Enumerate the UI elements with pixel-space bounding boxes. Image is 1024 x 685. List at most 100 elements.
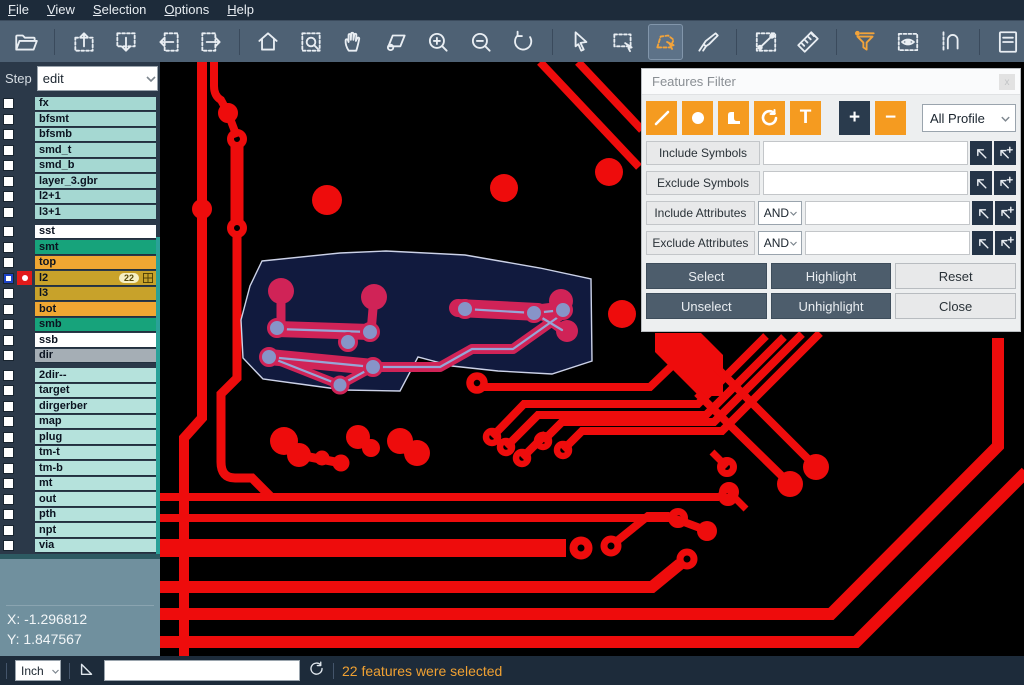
layer-visibility-checkbox[interactable] <box>3 191 14 202</box>
layer-row-layer_3.gbr[interactable]: layer_3.gbr <box>0 174 160 190</box>
pan-up-button[interactable] <box>67 25 99 59</box>
layer-visibility-checkbox[interactable] <box>3 370 14 381</box>
layer-name-cell[interactable]: out <box>35 492 156 507</box>
zoom-window-button[interactable] <box>295 25 327 59</box>
layer-row-npt[interactable]: npt <box>0 523 160 539</box>
exclude-attributes-and-select[interactable]: AND <box>758 231 802 255</box>
include-symbols-button[interactable]: Include Symbols <box>646 141 760 165</box>
highlight-button[interactable]: Highlight <box>771 263 892 289</box>
layer-row-smb[interactable]: smb <box>0 317 160 333</box>
layer-name-cell[interactable]: l222 <box>35 271 156 286</box>
layer-row-dir[interactable]: dir <box>0 348 160 364</box>
filter-surface-button[interactable] <box>718 101 749 135</box>
menu-view[interactable]: View <box>47 0 75 20</box>
selection-polygon[interactable] <box>241 251 592 393</box>
layer-name-cell[interactable]: tm-t <box>35 446 156 461</box>
pick-add-attribute-button[interactable] <box>995 201 1016 225</box>
layer-row-target[interactable]: target <box>0 383 160 399</box>
pan-right-button[interactable] <box>195 25 227 59</box>
ruler-button[interactable] <box>792 25 824 59</box>
layer-row-smd_t[interactable]: smd_t <box>0 143 160 159</box>
filter-line-button[interactable] <box>646 101 677 135</box>
layer-name-cell[interactable]: l3+1 <box>35 205 156 220</box>
layer-visibility-checkbox[interactable] <box>3 447 14 458</box>
mode-minus-button[interactable]: − <box>875 101 906 135</box>
layer-name-cell[interactable]: sst <box>35 225 156 240</box>
layer-name-cell[interactable]: dir <box>35 349 156 364</box>
layer-name-cell[interactable]: bot <box>35 302 156 317</box>
pan-left-button[interactable] <box>152 25 184 59</box>
step-select[interactable]: edit <box>37 66 158 91</box>
layer-visibility-checkbox[interactable] <box>3 350 14 361</box>
unit-select[interactable]: Inch <box>15 660 61 681</box>
filter-text-button[interactable]: T <box>790 101 821 135</box>
home-view-button[interactable] <box>252 25 284 59</box>
layer-visibility-checkbox[interactable] <box>3 160 14 171</box>
layer-visibility-checkbox[interactable] <box>3 525 14 536</box>
layer-row-top[interactable]: top <box>0 255 160 271</box>
snap-button[interactable] <box>934 25 966 59</box>
select-cursor-button[interactable] <box>564 25 596 59</box>
layer-visibility-checkbox[interactable] <box>3 288 14 299</box>
layer-name-cell[interactable]: l2+1 <box>35 190 156 205</box>
layer-row-map[interactable]: map <box>0 414 160 430</box>
layer-visibility-checkbox[interactable] <box>3 145 14 156</box>
layer-visibility-checkbox[interactable] <box>3 273 14 284</box>
layer-name-cell[interactable]: via <box>35 539 156 554</box>
layer-visibility-checkbox[interactable] <box>3 416 14 427</box>
zoom-polygon-button[interactable] <box>380 25 412 59</box>
refresh-icon[interactable] <box>308 660 325 682</box>
layer-row-pth[interactable]: pth <box>0 507 160 523</box>
include-attributes-button[interactable]: Include Attributes <box>646 201 755 225</box>
layer-visibility-checkbox[interactable] <box>3 226 14 237</box>
filter-pad-button[interactable] <box>682 101 713 135</box>
unhighlight-button[interactable]: Unhighlight <box>771 293 892 319</box>
menu-help[interactable]: Help <box>227 0 254 20</box>
layer-row-l2[interactable]: l222 <box>0 271 160 287</box>
mode-plus-button[interactable]: + <box>839 101 870 135</box>
measure-distance-button[interactable] <box>749 25 781 59</box>
include-symbols-input[interactable] <box>763 141 968 165</box>
menu-options[interactable]: Options <box>164 0 209 20</box>
pick-attribute-button[interactable] <box>972 231 993 255</box>
include-attributes-and-select[interactable]: AND <box>758 201 802 225</box>
layer-visibility-checkbox[interactable] <box>3 98 14 109</box>
include-attributes-input[interactable] <box>805 201 970 225</box>
pick-symbol-button[interactable] <box>970 171 992 195</box>
dialog-titlebar[interactable]: Features Filter x <box>642 69 1020 95</box>
select-rectangle-button[interactable] <box>607 25 639 59</box>
pick-symbol-button[interactable] <box>970 141 992 165</box>
zoom-previous-button[interactable] <box>507 25 539 59</box>
layer-row-smt[interactable]: smt <box>0 240 160 256</box>
command-input[interactable] <box>104 660 300 681</box>
zoom-in-button[interactable] <box>422 25 454 59</box>
layer-name-cell[interactable]: smd_t <box>35 143 156 158</box>
layer-row-bot[interactable]: bot <box>0 302 160 318</box>
pan-hand-button[interactable] <box>337 25 369 59</box>
close-button[interactable]: Close <box>895 293 1016 319</box>
layer-row-tm-t[interactable]: tm-t <box>0 445 160 461</box>
layer-visibility-checkbox[interactable] <box>3 401 14 412</box>
open-folder-button[interactable] <box>10 25 42 59</box>
layer-row-l2+1[interactable]: l2+1 <box>0 189 160 205</box>
layer-name-cell[interactable]: 2dir-- <box>35 368 156 383</box>
layer-row-dirgerber[interactable]: dirgerber <box>0 399 160 415</box>
layer-name-cell[interactable]: bfsmt <box>35 112 156 127</box>
feature-form-button[interactable] <box>992 25 1024 59</box>
pick-add-symbol-button[interactable] <box>994 171 1016 195</box>
layer-name-cell[interactable]: layer_3.gbr <box>35 174 156 189</box>
layer-visibility-checkbox[interactable] <box>3 257 14 268</box>
layer-name-cell[interactable]: mt <box>35 477 156 492</box>
layer-row-via[interactable]: via <box>0 538 160 554</box>
layer-row-bfsmt[interactable]: bfsmt <box>0 112 160 128</box>
corner-angle-icon[interactable] <box>78 659 96 682</box>
layer-name-cell[interactable]: smb <box>35 318 156 333</box>
layer-name-cell[interactable]: tm-b <box>35 461 156 476</box>
layer-row-sst[interactable]: sst <box>0 224 160 240</box>
view-features-button[interactable] <box>892 25 924 59</box>
pick-attribute-button[interactable] <box>972 201 993 225</box>
layer-visibility-checkbox[interactable] <box>3 114 14 125</box>
layer-visibility-checkbox[interactable] <box>3 242 14 253</box>
layer-name-cell[interactable]: target <box>35 384 156 399</box>
select-button[interactable]: Select <box>646 263 767 289</box>
